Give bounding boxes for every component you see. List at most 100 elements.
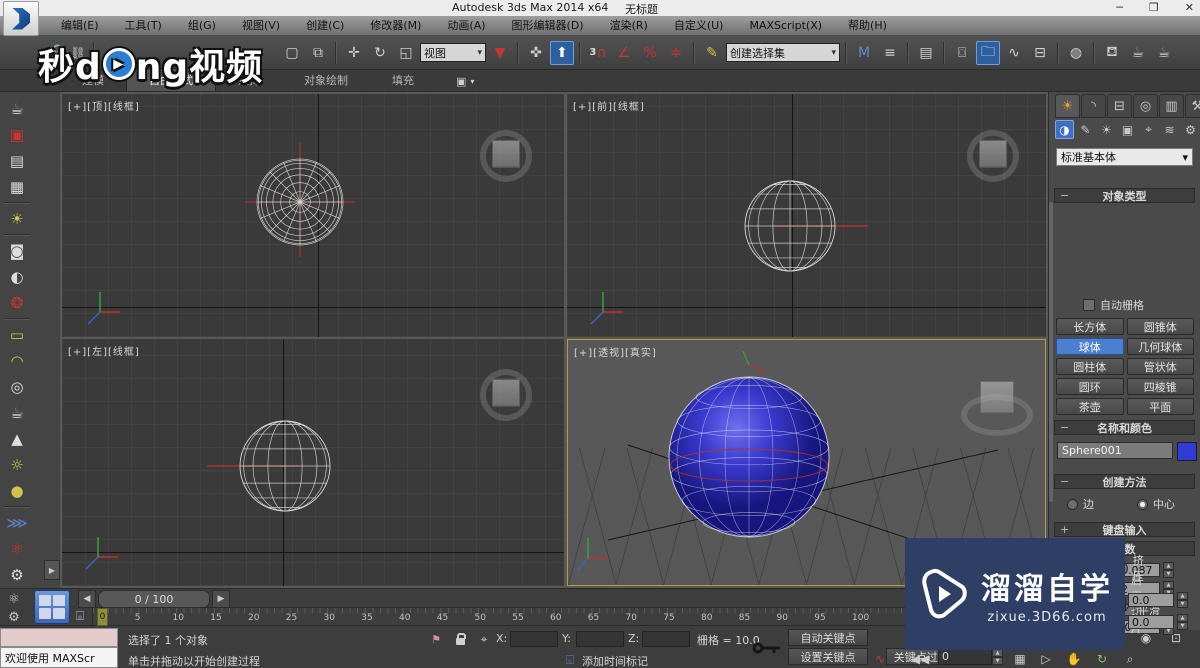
rollout-name-color[interactable]: − 名称和颜色 <box>1054 420 1195 435</box>
y-coordinate-field[interactable] <box>576 631 624 647</box>
current-frame-field[interactable]: 0 <box>938 649 992 665</box>
object-color-swatch[interactable] <box>1177 442 1197 461</box>
primitive-button[interactable]: 圆锥体 <box>1127 318 1195 335</box>
radius-spinner[interactable]: ▲▼ <box>1163 562 1174 578</box>
mirror-icon[interactable]: M <box>852 41 876 65</box>
next-frame-button[interactable]: ▶ <box>212 590 230 608</box>
primitive-button[interactable]: 圆环 <box>1056 378 1124 395</box>
primitive-button[interactable]: 球体 <box>1056 338 1124 355</box>
x-coordinate-field[interactable] <box>510 631 558 647</box>
go-to-start-icon[interactable]: ◀◀ <box>908 650 932 668</box>
use-pivot-center-icon[interactable]: ▼ <box>488 41 512 65</box>
viewcube[interactable] <box>965 128 1021 184</box>
menu-item[interactable]: 组(G) <box>175 16 229 35</box>
spreadsheet-icon[interactable]: ▦ <box>5 175 29 199</box>
menu-item[interactable]: 工具(T) <box>112 16 175 35</box>
maximize-viewport-icon[interactable]: ⌕ <box>1118 650 1142 668</box>
fov-icon[interactable]: ▷ <box>1034 650 1058 668</box>
orbit-icon[interactable]: ↻ <box>1090 650 1114 668</box>
primitive-button[interactable]: 几何球体 <box>1127 338 1195 355</box>
align-icon[interactable]: ≡ <box>878 41 902 65</box>
molecule-icon[interactable]: ⚛ <box>4 590 24 608</box>
autogrid-checkbox[interactable] <box>1083 299 1095 311</box>
edge-radio[interactable] <box>1067 499 1078 510</box>
selection-lock-icon[interactable] <box>448 632 472 650</box>
spacewarps-icon[interactable]: ≋ <box>1160 120 1179 139</box>
lights-icon[interactable]: ☀ <box>1097 120 1116 139</box>
center-radio-row[interactable]: 中心 <box>1137 496 1175 512</box>
schematic-icon[interactable]: ⚙ <box>5 563 29 587</box>
menu-item[interactable]: 渲染(R) <box>597 16 661 35</box>
graphite-ribbon-icon[interactable]: ⌼ <box>950 41 974 65</box>
category-dropdown[interactable]: 标准基本体▾ <box>1056 148 1193 166</box>
tab-hierarchy[interactable]: ⊟ <box>1107 94 1132 118</box>
curve-editor-icon[interactable]: ∿ <box>1002 41 1026 65</box>
center-radio[interactable] <box>1137 499 1148 510</box>
menu-item[interactable]: 创建(C) <box>293 16 357 35</box>
ribbon-tab[interactable]: 对象绘制 <box>282 69 370 91</box>
select-move-icon[interactable]: ✛ <box>342 41 366 65</box>
z-coordinate-field[interactable] <box>642 631 690 647</box>
select-scale-icon[interactable]: ◱ <box>394 41 418 65</box>
slice-from-field[interactable]: 0.0 <box>1128 593 1174 607</box>
geometry-icon[interactable]: ◑ <box>1055 120 1074 139</box>
viewcube[interactable] <box>478 367 534 423</box>
slice-to-spinner[interactable]: ▲▼ <box>1177 614 1188 630</box>
menu-item[interactable]: 动画(A) <box>434 16 498 35</box>
viewport-front[interactable]: [+][前][线框] <box>567 94 1046 337</box>
panel-scrollbar[interactable] <box>1049 202 1053 502</box>
viewcube[interactable] <box>959 372 1035 438</box>
menu-item[interactable]: MAXScript(X) <box>736 16 835 35</box>
toolbar-overflow-button[interactable]: ▶ <box>44 560 60 580</box>
primitive-button[interactable]: 平面 <box>1127 398 1195 415</box>
named-selection-set-dropdown[interactable]: 创建选择集▾ <box>726 43 840 62</box>
tab-modify[interactable]: ◝ <box>1081 94 1106 118</box>
set-key-icon[interactable] <box>750 629 784 666</box>
spinner-snap-icon[interactable]: ≑ <box>664 41 688 65</box>
menu-item[interactable]: 编辑(E) <box>48 16 112 35</box>
light-lister-icon[interactable]: ☀ <box>5 207 29 231</box>
track-bar-ruler[interactable]: 0 05101520253035404550556065707580859095… <box>92 607 907 627</box>
viewport-label[interactable]: [+][前][线框] <box>573 98 645 113</box>
pin-stack-icon[interactable]: ⚑ <box>424 630 448 648</box>
shapes-icon[interactable]: ✎ <box>1076 120 1095 139</box>
list-view-icon[interactable]: ▤ <box>5 149 29 173</box>
keyboard-override-icon[interactable]: ⬆ <box>550 41 574 65</box>
add-time-tag[interactable]: 添加时间标记 <box>582 653 648 668</box>
maximize-button[interactable]: ❐ <box>1149 0 1159 15</box>
autogrid-checkbox-row[interactable]: 自动栅格 <box>1083 297 1144 313</box>
application-menu-button[interactable] <box>3 1 39 36</box>
absolute-mode-icon[interactable]: ⌖ <box>472 630 496 648</box>
render-production-icon[interactable]: ☕ <box>1126 41 1150 65</box>
isolate-selection-icon[interactable]: ▦ <box>1008 650 1032 668</box>
auto-key-button[interactable]: 自动关键点 <box>788 629 868 646</box>
primitive-button[interactable]: 管状体 <box>1127 358 1195 375</box>
layer-manager-icon[interactable]: ▤ <box>914 41 938 65</box>
reference-coordinate-dropdown[interactable]: 视图▾ <box>420 43 486 62</box>
environment-sphere-icon[interactable]: ◐ <box>5 265 29 289</box>
close-button[interactable]: ✕ <box>1185 0 1194 15</box>
frame-spinner[interactable]: ▲▼ <box>992 649 1003 665</box>
area-light-icon[interactable]: ▭ <box>5 323 29 347</box>
menu-item[interactable]: 修改器(M) <box>357 16 434 35</box>
render-setup-icon[interactable]: ◍ <box>1064 41 1088 65</box>
video-dropdown-icon[interactable]: ▣ ▾ <box>450 72 480 91</box>
select-manipulate-icon[interactable]: ✜ <box>524 41 548 65</box>
menu-item[interactable]: 帮助(H) <box>835 16 900 35</box>
ribbon-tab[interactable]: 填充 <box>370 69 436 91</box>
systems-icon[interactable]: ⚙ <box>1181 120 1200 139</box>
maxscript-mini-listener[interactable] <box>0 628 118 647</box>
teapot-render-icon[interactable]: ☕ <box>5 97 29 121</box>
viewcube[interactable] <box>478 128 534 184</box>
time-tag-icon[interactable]: ⌻ <box>70 607 90 625</box>
schematic-person-icon[interactable]: ⚙ <box>4 608 24 626</box>
minimize-button[interactable]: ─ <box>1116 0 1123 15</box>
viewport-top[interactable]: [+][顶][线框] <box>62 94 564 337</box>
render-preview-icon[interactable]: ▣ <box>5 123 29 147</box>
add-time-tag-icon[interactable]: ⌻ <box>560 651 580 668</box>
viewport-label[interactable]: [+][左][线框] <box>68 343 140 358</box>
rollout-creation-method[interactable]: − 创建方法 <box>1054 474 1195 489</box>
crossing-selection-icon[interactable]: ⧉ <box>306 41 330 65</box>
angle-snap-icon[interactable]: ∠ <box>612 41 636 65</box>
render-iterative-icon[interactable]: ☕ <box>1152 41 1176 65</box>
